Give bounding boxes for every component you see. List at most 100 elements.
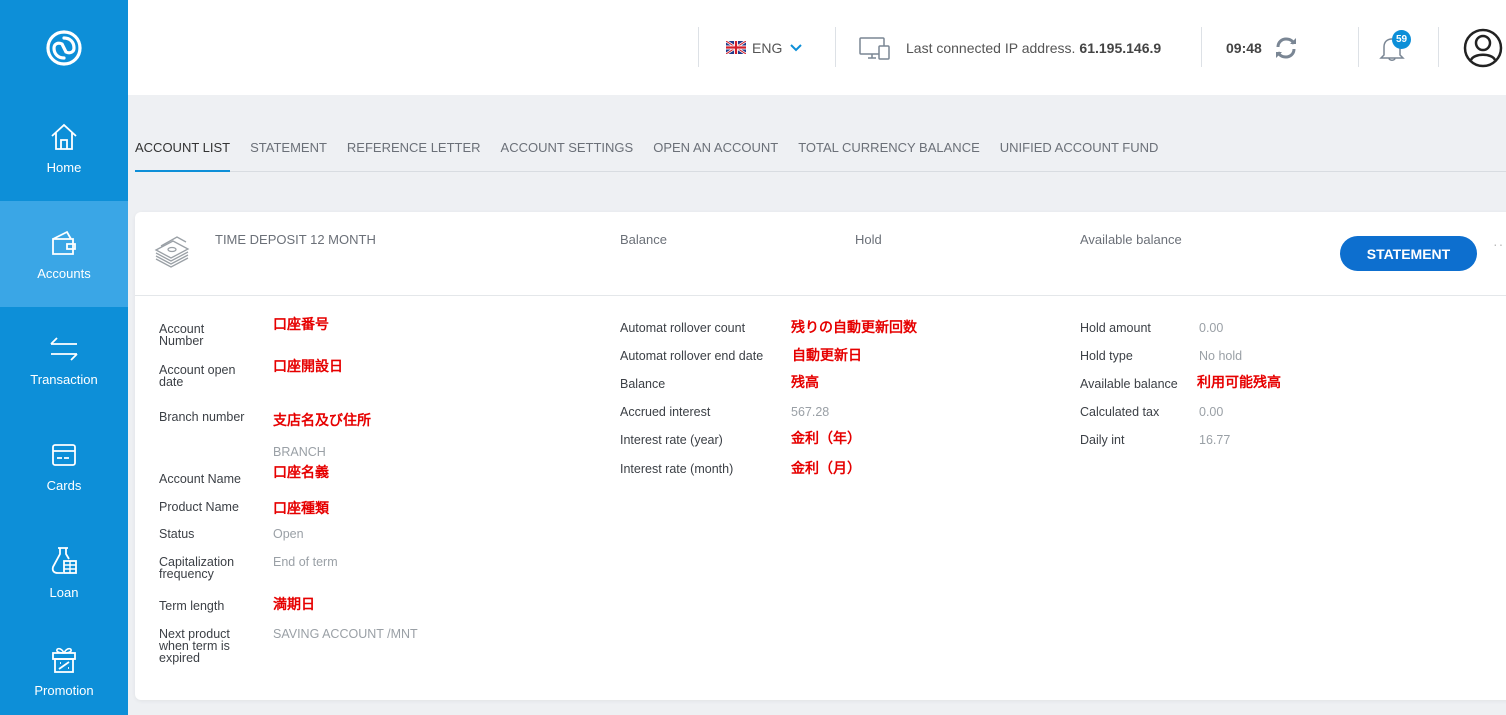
term-length-label: Term length — [159, 599, 225, 613]
sidebar-item-cards[interactable]: Cards — [0, 413, 128, 519]
branch-number-value: 支店名及び住所 — [273, 412, 371, 428]
gift-icon — [52, 647, 76, 673]
more-options-icon[interactable]: ··· — [1493, 236, 1506, 252]
account-number-label: Account Number — [159, 322, 205, 348]
devices-icon — [859, 36, 890, 60]
calculated-tax-label: Calculated tax — [1080, 405, 1160, 419]
user-avatar-icon — [1463, 28, 1503, 67]
tab-account-settings[interactable]: ACCOUNT SETTINGS — [501, 140, 634, 171]
notification-count-badge: 59 — [1392, 30, 1411, 49]
sidebar-item-label: Promotion — [34, 682, 94, 698]
status-label: Status — [159, 527, 195, 541]
interest-rate-year-label: Interest rate (year) — [620, 433, 723, 447]
daily-int-label: Daily int — [1080, 433, 1125, 447]
available-balance-label: Available balance — [1080, 377, 1178, 391]
wallet-icon — [52, 230, 76, 255]
rollover-count-value: 残りの自動更新回数 — [791, 319, 917, 335]
product-name-value: 口座種類 — [273, 500, 329, 516]
account-open-date-value: 口座開設日 — [273, 358, 343, 374]
status-value: Open — [273, 527, 304, 541]
session-time: 09:48 — [1226, 0, 1298, 95]
account-tabs: ACCOUNT LIST STATEMENT REFERENCE LETTER … — [135, 140, 1506, 172]
branch-sub-value: BRANCH — [273, 445, 326, 459]
tab-unified-account-fund[interactable]: UNIFIED ACCOUNT FUND — [1000, 140, 1159, 171]
money-stack-icon — [154, 236, 190, 268]
statement-button[interactable]: STATEMENT — [1340, 236, 1477, 271]
brand-logo[interactable] — [0, 0, 128, 95]
hold-amount-value: 0.00 — [1199, 321, 1224, 335]
top-bar: ENG Last connected IP address. 61.195.14… — [128, 0, 1506, 95]
card-icon — [52, 443, 76, 466]
divider — [1358, 27, 1359, 67]
sidebar-item-label: Accounts — [37, 265, 91, 281]
accrued-interest-value: 567.28 — [791, 405, 830, 419]
notifications-button[interactable]: 59 — [1378, 0, 1411, 95]
uk-flag-icon — [726, 41, 746, 54]
sidebar-item-loan[interactable]: Loan — [0, 519, 128, 625]
sidebar-item-label: Cards — [46, 477, 82, 493]
sidebar-item-accounts[interactable]: Accounts — [0, 201, 128, 307]
logo-icon — [46, 29, 82, 66]
available-balance-value: 利用可能残高 — [1197, 374, 1281, 390]
balance-value: 残高 — [791, 374, 819, 390]
rollover-count-label: Automat rollover count — [620, 321, 746, 335]
next-product-value: SAVING ACCOUNT /MNT — [273, 627, 418, 641]
divider — [1438, 27, 1439, 67]
interest-rate-month-label: Interest rate (month) — [620, 462, 734, 476]
hold-amount-label: Hold amount — [1080, 321, 1151, 335]
user-menu[interactable] — [1463, 0, 1503, 95]
sidebar-item-home[interactable]: Home — [0, 95, 128, 201]
rollover-end-label: Automat rollover end date — [620, 349, 764, 363]
sidebar-item-label: Loan — [49, 584, 79, 600]
next-product-label: Next product when term is expired — [159, 627, 230, 665]
hold-header: Hold — [855, 232, 882, 247]
ip-value: 61.195.146.9 — [1079, 39, 1162, 56]
sidebar-item-label: Transaction — [30, 371, 98, 387]
account-name-value: 口座名義 — [273, 464, 329, 480]
tab-open-an-account[interactable]: OPEN AN ACCOUNT — [653, 140, 778, 171]
last-ip-info: Last connected IP address. 61.195.146.9 — [858, 0, 1161, 95]
calculated-tax-value: 0.00 — [1199, 405, 1224, 419]
sidebar-item-promotion[interactable]: Promotion — [0, 625, 128, 715]
divider — [835, 27, 836, 67]
accrued-interest-label: Accrued interest — [620, 405, 711, 419]
balance-label: Balance — [620, 377, 666, 391]
sidebar-item-label: Home — [46, 159, 82, 175]
tab-reference-letter[interactable]: REFERENCE LETTER — [347, 140, 481, 171]
rollover-end-value: 自動更新日 — [792, 347, 862, 363]
balance-header: Balance — [620, 232, 667, 247]
term-length-value: 満期日 — [273, 596, 315, 612]
sidebar-item-transaction[interactable]: Transaction — [0, 307, 128, 413]
capitalization-frequency-label: Capitalization frequency — [159, 555, 235, 581]
account-card: TIME DEPOSIT 12 MONTH Balance Hold Avail… — [135, 212, 1506, 700]
account-name-label: Account Name — [159, 472, 241, 486]
hold-type-label: Hold type — [1080, 349, 1133, 363]
refresh-icon[interactable] — [1274, 36, 1298, 59]
ip-label: Last connected IP address. — [906, 39, 1076, 56]
product-name-label: Product Name — [159, 500, 239, 514]
divider — [698, 27, 699, 67]
chevron-down-icon — [790, 43, 803, 51]
daily-int-value: 16.77 — [1199, 433, 1231, 447]
capitalization-frequency-value: End of term — [273, 555, 338, 569]
divider — [1201, 27, 1202, 67]
tab-statement[interactable]: STATEMENT — [250, 140, 327, 171]
branch-number-label: Branch number — [159, 410, 245, 424]
language-label: ENG — [752, 39, 783, 56]
interest-rate-year-value: 金利（年） — [791, 430, 861, 446]
interest-rate-month-value: 金利（月） — [791, 460, 861, 476]
available-balance-header: Available balance — [1080, 232, 1182, 247]
tab-account-list[interactable]: ACCOUNT LIST — [135, 140, 231, 172]
language-selector[interactable]: ENG — [726, 0, 803, 95]
product-title: TIME DEPOSIT 12 MONTH — [215, 232, 376, 247]
hold-type-value: No hold — [1199, 349, 1243, 363]
account-number-value: 口座番号 — [273, 316, 329, 332]
tab-total-currency-balance[interactable]: TOTAL CURRENCY BALANCE — [798, 140, 980, 171]
home-icon — [51, 123, 77, 150]
time-value: 09:48 — [1226, 39, 1262, 56]
sidebar: Home Accounts Transaction Cards Loan Pro… — [0, 0, 128, 715]
account-open-date-label: Account open date — [159, 363, 236, 389]
loan-icon — [51, 546, 77, 574]
account-card-header: TIME DEPOSIT 12 MONTH Balance Hold Avail… — [135, 212, 1506, 296]
transfer-arrows-icon — [50, 336, 78, 361]
